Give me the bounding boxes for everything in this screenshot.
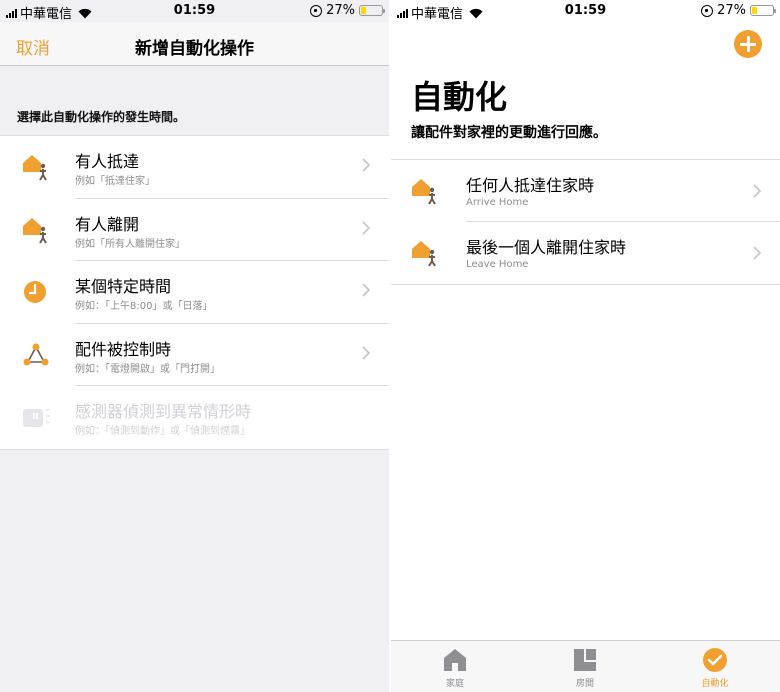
trigger-subtitle: 例如：「偵測到動作」或「偵測到煙霧」 bbox=[75, 426, 250, 437]
tab-automation[interactable]: 自動化 bbox=[675, 647, 755, 689]
nav-bar: 取消 新增自動化操作 bbox=[0, 22, 389, 66]
add-automation-button[interactable] bbox=[734, 30, 762, 58]
trigger-row-arrive[interactable]: 有人抵達 例如「抵達住家」 bbox=[0, 136, 389, 199]
house-person-icon bbox=[23, 217, 47, 244]
automation-title: 最後一個人離開住家時 bbox=[466, 238, 627, 257]
chevron-right-icon bbox=[362, 220, 371, 235]
trigger-row-accessory[interactable]: 配件被控制時 例如：「電燈開啟」或「門打開」 bbox=[0, 324, 389, 386]
trigger-title: 有人離開 bbox=[75, 214, 140, 234]
battery-percent: 27% bbox=[717, 3, 746, 18]
rooms-icon bbox=[574, 649, 596, 671]
trigger-subtitle: 例如：「上午8:00」或「日落」 bbox=[75, 301, 213, 312]
tab-label: 家庭 bbox=[445, 679, 464, 689]
status-bar: 中華電信 01:59 27% bbox=[0, 0, 389, 22]
battery-icon bbox=[359, 5, 385, 16]
clock-icon bbox=[24, 281, 46, 303]
trigger-list: 有人抵達 例如「抵達住家」 有人離開 例如「所有人離開住家」 某個特定時間 例如… bbox=[0, 135, 389, 450]
automation-icon bbox=[703, 648, 727, 672]
tab-label: 自動化 bbox=[701, 679, 729, 689]
trigger-subtitle: 例如「抵達住家」 bbox=[75, 176, 155, 187]
battery-group: 27% bbox=[701, 3, 776, 18]
automation-list: 任何人抵達住家時 Arrive Home 最後一個人離開住家時 Leave Ho… bbox=[391, 159, 780, 285]
trigger-title: 感測器偵測到異常情形時 bbox=[75, 402, 252, 421]
automation-subtitle: Leave Home bbox=[466, 259, 529, 270]
chevron-right-icon bbox=[362, 345, 371, 360]
page-subtitle: 讓配件對家裡的更動進行回應。 bbox=[411, 125, 607, 141]
status-bar: 中華電信 01:59 27% bbox=[391, 0, 780, 22]
orientation-lock-icon bbox=[701, 4, 714, 17]
page-title: 自動化 bbox=[411, 78, 508, 116]
right-screen: 中華電信 01:59 27% 自動化 讓配件對家裡的更動進行回應。 任何人抵達住… bbox=[391, 0, 780, 692]
chevron-right-icon bbox=[362, 158, 371, 172]
chevron-right-icon bbox=[753, 246, 762, 260]
tab-bar: 家庭 房間 自動化 bbox=[391, 640, 780, 692]
left-screen: 中華電信 01:59 27% 取消 新增自動化操作 選擇此自動化操作的發生時間。… bbox=[0, 0, 389, 692]
section-label: 選擇此自動化操作的發生時間。 bbox=[17, 110, 186, 124]
automation-subtitle: Arrive Home bbox=[466, 197, 529, 208]
orientation-lock-icon bbox=[310, 4, 323, 17]
home-icon bbox=[444, 649, 466, 671]
house-person-icon bbox=[412, 241, 436, 267]
trigger-title: 有人抵達 bbox=[75, 152, 140, 171]
tab-label: 房間 bbox=[575, 679, 594, 689]
automation-row-arrive[interactable]: 任何人抵達住家時 Arrive Home bbox=[391, 160, 780, 222]
battery-icon bbox=[750, 5, 776, 16]
trigger-row-leave[interactable]: 有人離開 例如「所有人離開住家」 bbox=[0, 199, 389, 261]
chevron-right-icon bbox=[362, 283, 371, 297]
sensor-icon bbox=[23, 408, 50, 427]
trigger-title: 某個特定時間 bbox=[75, 277, 172, 296]
battery-fill bbox=[361, 7, 367, 14]
automation-row-leave[interactable]: 最後一個人離開住家時 Leave Home bbox=[391, 222, 780, 284]
accessory-network-icon bbox=[23, 343, 49, 365]
automation-title: 任何人抵達住家時 bbox=[466, 176, 595, 195]
battery-percent: 27% bbox=[326, 3, 355, 18]
house-person-icon bbox=[412, 179, 436, 205]
battery-group: 27% bbox=[310, 3, 385, 18]
tab-home[interactable]: 家庭 bbox=[415, 647, 495, 689]
trigger-row-sensor: 感測器偵測到異常情形時 例如：「偵測到動作」或「偵測到煙霧」 bbox=[0, 386, 389, 449]
house-person-icon bbox=[23, 155, 47, 181]
tab-rooms[interactable]: 房間 bbox=[545, 647, 625, 689]
trigger-subtitle: 例如：「電燈開啟」或「門打開」 bbox=[75, 363, 220, 375]
nav-title: 新增自動化操作 bbox=[135, 39, 254, 59]
trigger-title: 配件被控制時 bbox=[75, 339, 172, 359]
trigger-subtitle: 例如「所有人離開住家」 bbox=[75, 238, 185, 250]
chevron-right-icon bbox=[753, 184, 762, 198]
trigger-row-time[interactable]: 某個特定時間 例如：「上午8:00」或「日落」 bbox=[0, 261, 389, 324]
battery-fill bbox=[752, 7, 758, 14]
